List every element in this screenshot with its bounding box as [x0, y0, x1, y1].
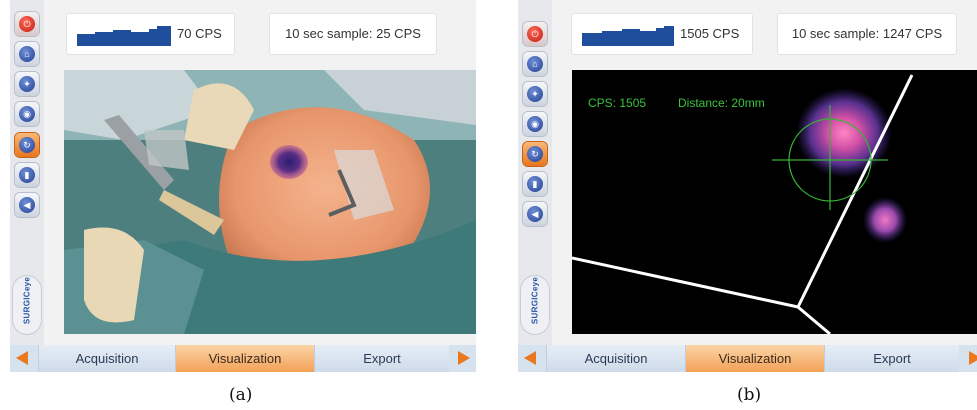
volume-icon: ◀	[527, 206, 543, 222]
arrow-right-icon[interactable]	[969, 351, 977, 365]
cps-bar-graph	[77, 26, 171, 46]
visualization-view: CPS: 1505 Distance: 20mm	[572, 70, 977, 334]
surgiceye-logo: SURGICeye	[13, 276, 41, 334]
visualization-button[interactable]: ↻	[523, 142, 547, 166]
probe-button[interactable]: ▮	[15, 163, 39, 187]
camera-button[interactable]: ◉	[15, 102, 39, 126]
probe-button[interactable]: ▮	[523, 172, 547, 196]
overlay-distance: Distance: 20mm	[678, 96, 765, 110]
tab-visualization[interactable]: Visualization	[175, 345, 314, 372]
sidebar: ⏻ ⌂ ✦ ◉ ↻ ▮ ◀ SURGICeye	[518, 0, 552, 345]
capture-button[interactable]: ✦	[15, 72, 39, 96]
arrow-left-icon[interactable]	[524, 351, 536, 365]
probe-icon: ▮	[527, 176, 543, 192]
power-icon: ⏻	[527, 26, 543, 42]
camera-view	[64, 70, 476, 334]
logo-text: SURGICeye	[22, 276, 32, 325]
arrow-left-icon[interactable]	[16, 351, 28, 365]
panel-a: ⏻ ⌂ ✦ ◉ ↻ ▮ ◀ SURGICeye 70 CPS 10 sec sa…	[10, 0, 476, 372]
power-button[interactable]: ⏻	[523, 22, 547, 46]
capture-icon: ✦	[527, 86, 543, 102]
cps-value: 1505 CPS	[680, 26, 740, 41]
logo-text: SURGICeye	[530, 276, 540, 325]
cps-display: 1505 CPS	[572, 14, 752, 54]
home-icon: ⌂	[19, 46, 35, 62]
surgiceye-logo: SURGICeye	[521, 276, 549, 334]
capture-button[interactable]: ✦	[523, 82, 547, 106]
tab-visualization[interactable]: Visualization	[685, 345, 824, 372]
camera-button[interactable]: ◉	[523, 112, 547, 136]
volume-icon: ◀	[19, 197, 35, 213]
volume-button[interactable]: ◀	[15, 193, 39, 217]
sidebar: ⏻ ⌂ ✦ ◉ ↻ ▮ ◀ SURGICeye	[10, 0, 44, 345]
sample-display: 10 sec sample: 1247 CPS	[778, 14, 956, 54]
sample-display: 10 sec sample: 25 CPS	[270, 14, 436, 54]
tab-export[interactable]: Export	[824, 345, 959, 372]
power-button[interactable]: ⏻	[15, 12, 39, 36]
nav-bar: Acquisition Visualization Export	[10, 345, 476, 372]
arrow-right-icon[interactable]	[458, 351, 470, 365]
camera-icon: ◉	[19, 106, 35, 122]
caption-a: (a)	[229, 385, 253, 405]
panel-b: ⏻ ⌂ ✦ ◉ ↻ ▮ ◀ SURGICeye 1505 CPS 10 sec …	[518, 0, 977, 372]
caption-b: (b)	[737, 385, 762, 405]
camera-icon: ◉	[527, 116, 543, 132]
overlay-cps: CPS: 1505	[588, 96, 647, 110]
tab-export[interactable]: Export	[314, 345, 449, 372]
tab-acquisition[interactable]: Acquisition	[546, 345, 685, 372]
cps-bar-graph	[582, 26, 674, 46]
visualization-button[interactable]: ↻	[15, 133, 39, 157]
cps-display: 70 CPS	[67, 14, 234, 54]
visualization-icon: ↻	[527, 146, 543, 162]
tab-acquisition[interactable]: Acquisition	[38, 345, 175, 372]
home-icon: ⌂	[527, 56, 543, 72]
home-button[interactable]: ⌂	[523, 52, 547, 76]
cps-value: 70 CPS	[177, 26, 222, 41]
capture-icon: ✦	[19, 76, 35, 92]
visualization-icon: ↻	[19, 137, 35, 153]
home-button[interactable]: ⌂	[15, 42, 39, 66]
volume-button[interactable]: ◀	[523, 202, 547, 226]
nav-bar: Acquisition Visualization Export	[518, 345, 977, 372]
probe-icon: ▮	[19, 167, 35, 183]
power-icon: ⏻	[19, 16, 35, 32]
